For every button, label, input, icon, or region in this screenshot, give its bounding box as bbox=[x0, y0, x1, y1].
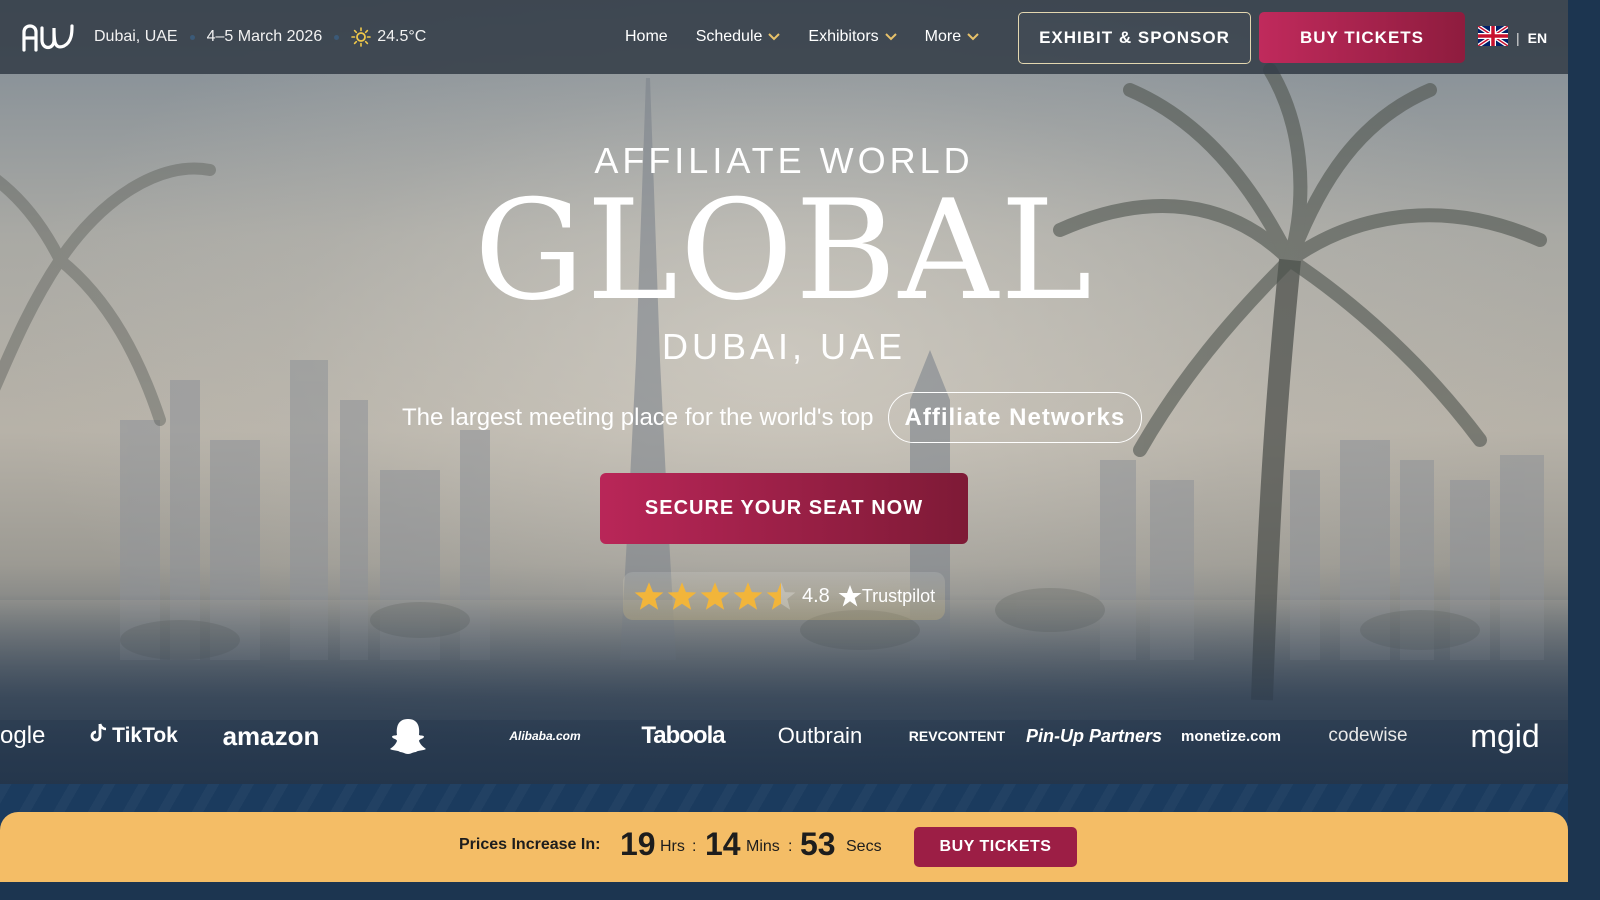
main-menu: Home Schedule Exhibitors More bbox=[625, 0, 1007, 74]
partner-logos-strip: ogle TikTok amazon Alibaba.com Taboola O… bbox=[0, 700, 1568, 772]
logo-taboola: Taboola bbox=[641, 722, 725, 749]
tiktok-icon bbox=[90, 723, 108, 749]
nav-exhibitors[interactable]: Exhibitors bbox=[808, 28, 897, 46]
countdown-minutes-unit: Mins bbox=[746, 838, 780, 855]
top-navigation: Dubai, UAE 4–5 March 2026 24.5°C Home Sc… bbox=[0, 0, 1568, 74]
rating-star-icon bbox=[733, 582, 763, 610]
language-selector[interactable]: | EN bbox=[1476, 24, 1548, 49]
event-location: Dubai, UAE bbox=[94, 28, 178, 45]
temperature: 24.5°C bbox=[377, 28, 427, 45]
nav-schedule-label: Schedule bbox=[695, 28, 763, 45]
hero-title: GLOBAL bbox=[474, 170, 1094, 331]
afw-logo-icon[interactable] bbox=[20, 18, 76, 54]
logo-revcontent: REVCONTENT bbox=[908, 728, 1006, 744]
secure-seat-button[interactable]: SECURE YOUR SEAT NOW bbox=[600, 473, 968, 544]
rating-star-icon bbox=[667, 582, 697, 610]
countdown-hours-unit: Hrs bbox=[660, 838, 685, 855]
buy-tickets-button[interactable]: BUY TICKETS bbox=[1259, 12, 1465, 63]
logo-outbrain: Outbrain bbox=[777, 723, 863, 748]
event-dates: 4–5 March 2026 bbox=[206, 28, 323, 45]
rating-star-icon bbox=[766, 582, 796, 610]
countdown-separator: : bbox=[788, 838, 793, 855]
countdown-seconds: 53 bbox=[800, 826, 836, 862]
countdown-minutes: 14 bbox=[705, 826, 741, 862]
logo-mgid: mgid bbox=[1470, 717, 1540, 754]
countdown-buy-tickets-button[interactable]: BUY TICKETS bbox=[914, 827, 1077, 867]
chevron-down-icon bbox=[768, 33, 781, 41]
nav-exhibitors-label: Exhibitors bbox=[808, 28, 879, 45]
trustpilot-label: Trustpilot bbox=[861, 585, 936, 606]
exhibit-sponsor-button[interactable]: EXHIBIT & SPONSOR bbox=[1018, 12, 1251, 64]
language-separator: | bbox=[1516, 29, 1520, 46]
event-meta: Dubai, UAE 4–5 March 2026 24.5°C bbox=[94, 0, 426, 74]
countdown-hours: 19 bbox=[620, 826, 656, 862]
rating-score: 4.8 bbox=[802, 584, 830, 607]
countdown-separator: : bbox=[692, 838, 697, 855]
language-code: EN bbox=[1527, 29, 1548, 46]
countdown-bar: Prices Increase In: 19 Hrs : 14 Mins : 5… bbox=[0, 812, 1568, 882]
tagline-text: The largest meeting place for the world'… bbox=[402, 403, 874, 431]
nav-home-label: Home bbox=[625, 28, 668, 45]
separator-dot bbox=[189, 34, 195, 40]
logo-monetize: monetize.com bbox=[1180, 727, 1282, 745]
logo-pinup: Pin-Up Partners bbox=[1025, 725, 1163, 746]
nav-more[interactable]: More bbox=[925, 28, 979, 46]
nav-schedule[interactable]: Schedule bbox=[696, 28, 781, 46]
uk-flag-icon bbox=[1476, 24, 1510, 49]
nav-more-label: More bbox=[924, 28, 962, 45]
logo-codewise: codewise bbox=[1328, 725, 1408, 746]
logo-alibaba: Alibaba.com bbox=[509, 729, 581, 743]
rating-star-icon bbox=[634, 582, 664, 610]
highlight-pill: Affiliate Networks bbox=[887, 392, 1143, 443]
trustpilot-logo: Trustpilot bbox=[838, 584, 935, 608]
trustpilot-star-icon bbox=[838, 585, 862, 607]
logo-tiktok: TikTok bbox=[88, 700, 180, 772]
nav-home[interactable]: Home bbox=[625, 28, 668, 46]
countdown-seconds-unit: Secs bbox=[846, 838, 882, 855]
rating-star-icon bbox=[700, 582, 730, 610]
sun-icon bbox=[351, 27, 372, 47]
snapchat-icon bbox=[386, 700, 430, 772]
hero-subtitle: DUBAI, UAE bbox=[661, 326, 907, 367]
logo-google: ogle bbox=[0, 722, 46, 749]
separator-dot bbox=[334, 34, 340, 40]
countdown-label: Prices Increase In: bbox=[459, 836, 601, 853]
hero-tagline: The largest meeting place for the world'… bbox=[402, 392, 1143, 443]
rating-stars bbox=[633, 581, 798, 611]
logo-tiktok-label: TikTok bbox=[112, 724, 178, 747]
trustpilot-rating[interactable]: 4.8 Trustpilot bbox=[623, 572, 945, 620]
chevron-down-icon bbox=[967, 33, 979, 41]
chevron-down-icon bbox=[884, 33, 897, 41]
logo-amazon: amazon bbox=[222, 720, 320, 751]
